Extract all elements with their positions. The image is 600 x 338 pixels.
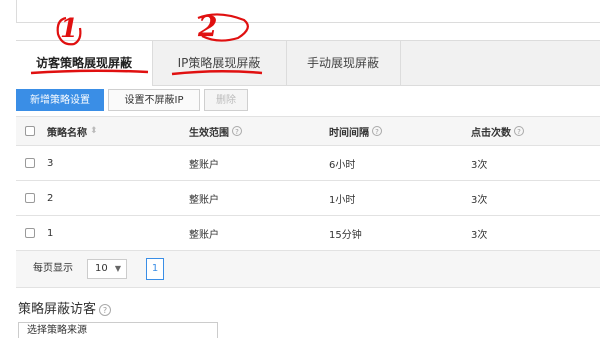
toolbar: 新增策略设置 设置不屏蔽IP 删除 bbox=[16, 87, 600, 115]
top-panel-frame bbox=[16, 0, 600, 23]
strategy-name: 1 bbox=[47, 227, 54, 239]
strategy-scope: 整账户 bbox=[189, 229, 219, 241]
strategy-clicks: 3次 bbox=[471, 194, 488, 206]
pagination-bar: 每页显示 10 ▼ 1 bbox=[16, 251, 600, 288]
section-title: 策略屏蔽访客? bbox=[18, 298, 112, 317]
help-icon[interactable]: ? bbox=[99, 304, 112, 316]
strategy-name: 3 bbox=[47, 157, 54, 169]
tab-visitor-strategy[interactable]: 访客策略展现屏蔽 bbox=[16, 41, 153, 86]
row-checkbox[interactable] bbox=[25, 158, 35, 168]
strategy-interval: 15分钟 bbox=[329, 229, 362, 241]
column-header-scope: 生效范围 bbox=[189, 127, 229, 139]
help-icon[interactable]: ? bbox=[514, 126, 524, 136]
tab-ip-strategy[interactable]: IP策略展现屏蔽 bbox=[152, 41, 287, 85]
strategy-clicks: 3次 bbox=[471, 229, 488, 241]
row-checkbox[interactable] bbox=[25, 193, 35, 203]
page-size-label: 每页显示 bbox=[33, 263, 73, 274]
tab-bar: 访客策略展现屏蔽 IP策略展现屏蔽 手动展现屏蔽 bbox=[16, 40, 600, 86]
column-header-clicks: 点击次数 bbox=[471, 127, 511, 139]
column-header-name[interactable]: 策略名称 bbox=[47, 124, 87, 139]
strategy-interval: 1小时 bbox=[329, 194, 356, 206]
table-header-row: 策略名称 ⬍ 生效范围? 时间间隔? 点击次数? bbox=[16, 116, 600, 146]
table-row[interactable]: 1 整账户 15分钟 3次 bbox=[16, 216, 600, 251]
add-strategy-button[interactable]: 新增策略设置 bbox=[16, 89, 104, 111]
strategy-source-select[interactable]: 选择策略来源 bbox=[18, 322, 218, 338]
table-row[interactable]: 2 整账户 1小时 3次 bbox=[16, 181, 600, 216]
tab-manual-block[interactable]: 手动展现屏蔽 bbox=[286, 41, 401, 85]
strategy-interval: 6小时 bbox=[329, 159, 356, 171]
strategy-scope: 整账户 bbox=[189, 194, 219, 206]
strategy-table: 策略名称 ⬍ 生效范围? 时间间隔? 点击次数? 3 整账户 6小时 3次 2 整… bbox=[16, 116, 600, 251]
chevron-down-icon: ▼ bbox=[114, 264, 121, 273]
help-icon[interactable]: ? bbox=[372, 126, 382, 136]
sort-icon[interactable]: ⬍ bbox=[90, 126, 98, 136]
page-size-value: 10 bbox=[95, 263, 108, 274]
set-ip-exempt-button[interactable]: 设置不屏蔽IP bbox=[108, 89, 200, 111]
page-size-select[interactable]: 10 ▼ bbox=[87, 259, 127, 279]
strategy-name: 2 bbox=[47, 192, 54, 204]
help-icon[interactable]: ? bbox=[232, 126, 242, 136]
select-all-checkbox[interactable] bbox=[25, 126, 35, 136]
strategy-clicks: 3次 bbox=[471, 159, 488, 171]
row-checkbox[interactable] bbox=[25, 228, 35, 238]
column-header-interval: 时间间隔 bbox=[329, 127, 369, 139]
delete-button[interactable]: 删除 bbox=[204, 89, 248, 111]
strategy-scope: 整账户 bbox=[189, 159, 219, 171]
table-row[interactable]: 3 整账户 6小时 3次 bbox=[16, 146, 600, 181]
page-number-button[interactable]: 1 bbox=[146, 258, 164, 280]
